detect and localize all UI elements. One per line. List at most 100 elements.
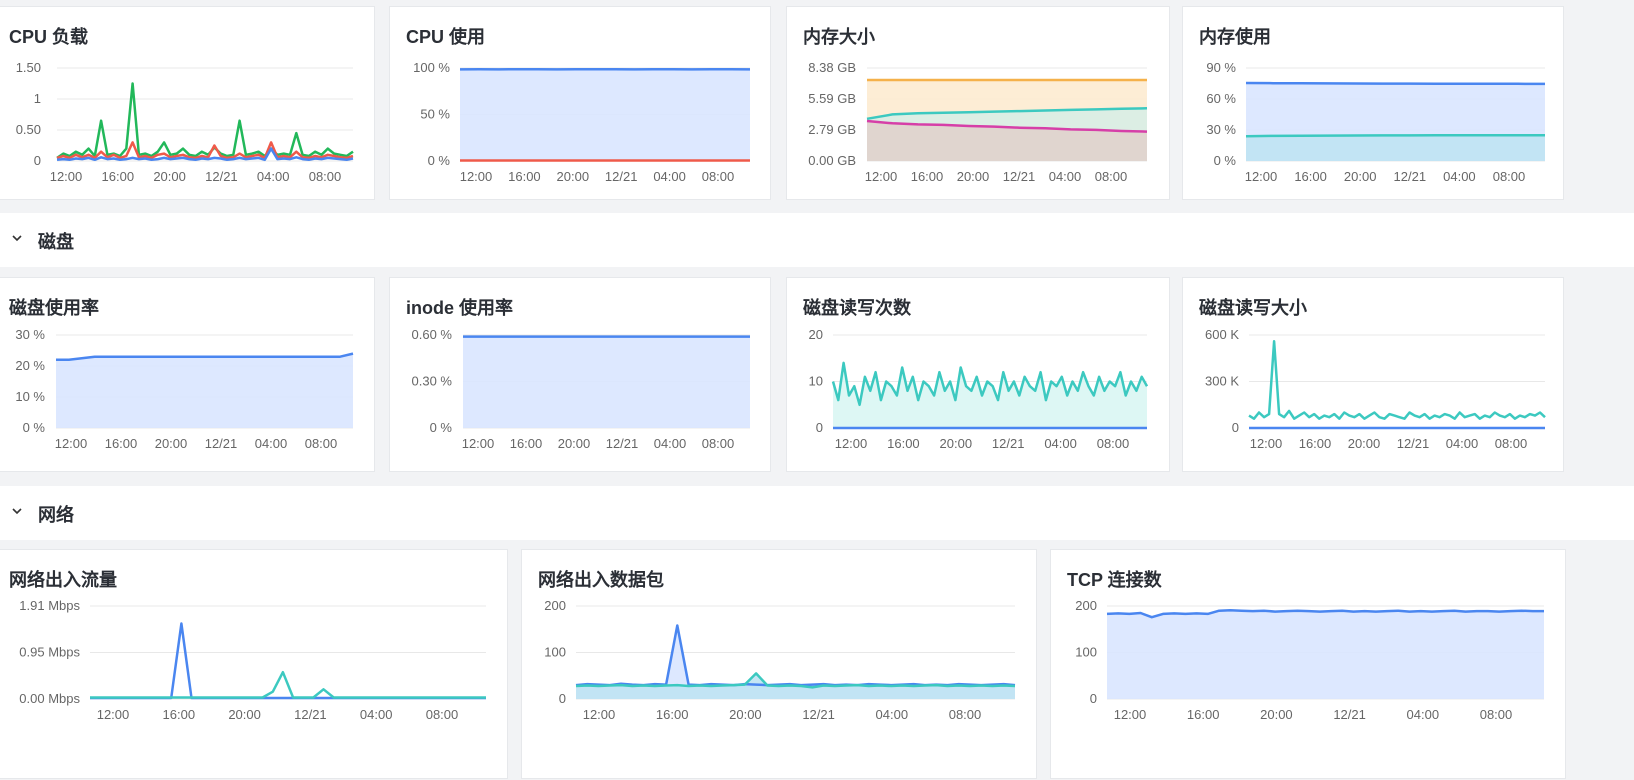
x-tick-label: 04:00 <box>1446 436 1479 451</box>
x-tick-label: 20:00 <box>155 436 188 451</box>
y-tick-label: 100 % <box>413 60 450 75</box>
y-tick-label: 1 <box>34 91 41 106</box>
panel-mem-size: 内存大小 8.38 GB5.59 GB2.79 GB0.00 GB12:0016… <box>786 6 1170 200</box>
x-tick-label: 20:00 <box>940 436 973 451</box>
x-tick-label: 12/21 <box>605 169 638 184</box>
y-tick-label: 50 % <box>420 107 450 122</box>
x-tick-label: 20:00 <box>153 169 186 184</box>
series-area <box>56 354 353 428</box>
x-tick-label: 12/21 <box>606 436 639 451</box>
x-tick-label: 16:00 <box>1294 169 1327 184</box>
panel-inode-usage: inode 使用率 0.60 %0.30 %0 %12:0016:0020:00… <box>389 277 771 472</box>
y-tick-label: 0.60 % <box>412 327 453 342</box>
x-tick-label: 12:00 <box>1250 436 1283 451</box>
x-tick-label: 04:00 <box>654 436 687 451</box>
x-tick-label: 12:00 <box>1245 169 1278 184</box>
series-area <box>1107 610 1544 699</box>
x-tick-label: 08:00 <box>426 707 459 722</box>
x-tick-label: 08:00 <box>1480 707 1513 722</box>
y-tick-label: 0 <box>559 691 566 706</box>
x-tick-label: 16:00 <box>1299 436 1332 451</box>
inode-usage-chart[interactable]: 0.60 %0.30 %0 %12:0016:0020:0012/2104:00… <box>390 278 772 473</box>
x-tick-label: 12:00 <box>865 169 898 184</box>
y-tick-label: 0.30 % <box>412 374 453 389</box>
y-tick-label: 0 % <box>23 420 46 435</box>
panel-cpu-usage: CPU 使用 100 %50 %0 %12:0016:0020:0012/210… <box>389 6 771 200</box>
y-tick-label: 200 <box>544 598 566 613</box>
x-tick-label: 08:00 <box>305 436 338 451</box>
mem-usage-chart[interactable]: 90 %60 %30 %0 %12:0016:0020:0012/2104:00… <box>1183 7 1565 201</box>
disk-io-count-chart[interactable]: 2010012:0016:0020:0012/2104:0008:00 <box>787 278 1171 473</box>
series-line <box>1246 135 1545 136</box>
x-tick-label: 20:00 <box>1348 436 1381 451</box>
chevron-down-icon[interactable] <box>10 231 24 245</box>
x-tick-label: 20:00 <box>1260 707 1293 722</box>
series-area <box>460 69 750 161</box>
cpu-usage-chart[interactable]: 100 %50 %0 %12:0016:0020:0012/2104:0008:… <box>390 7 772 201</box>
chevron-down-icon[interactable] <box>10 504 24 518</box>
y-tick-label: 100 <box>1075 645 1097 660</box>
x-tick-label: 04:00 <box>257 169 290 184</box>
y-tick-label: 0 <box>34 153 41 168</box>
net-traffic-chart[interactable]: 1.91 Mbps0.95 Mbps0.00 Mbps12:0016:0020:… <box>0 550 509 780</box>
x-tick-label: 04:00 <box>876 707 909 722</box>
y-tick-label: 10 % <box>15 389 45 404</box>
y-tick-label: 0.95 Mbps <box>19 645 80 660</box>
y-tick-label: 0 <box>816 420 823 435</box>
y-tick-label: 200 <box>1075 598 1097 613</box>
y-tick-label: 0.00 GB <box>808 153 856 168</box>
x-tick-label: 16:00 <box>656 707 689 722</box>
series-line <box>576 626 1015 686</box>
y-tick-label: 0 <box>1232 420 1239 435</box>
y-tick-label: 1.91 Mbps <box>19 598 80 613</box>
disk-usage-chart[interactable]: 30 %20 %10 %0 %12:0016:0020:0012/2104:00… <box>0 278 376 473</box>
y-tick-label: 5.59 GB <box>808 91 856 106</box>
y-tick-label: 0 % <box>430 420 453 435</box>
section-header-disk[interactable]: 磁盘 <box>0 213 1634 267</box>
x-tick-label: 04:00 <box>653 169 686 184</box>
x-tick-label: 08:00 <box>949 707 982 722</box>
x-tick-label: 04:00 <box>1044 436 1077 451</box>
x-tick-label: 12/21 <box>205 436 238 451</box>
y-tick-label: 30 % <box>15 327 45 342</box>
section-title: 网络 <box>38 501 74 527</box>
mem-size-chart[interactable]: 8.38 GB5.59 GB2.79 GB0.00 GB12:0016:0020… <box>787 7 1171 201</box>
series-line <box>57 84 353 158</box>
x-tick-label: 12:00 <box>835 436 868 451</box>
x-tick-label: 04:00 <box>1407 707 1440 722</box>
x-tick-label: 12:00 <box>583 707 616 722</box>
tcp-conn-chart[interactable]: 200100012:0016:0020:0012/2104:0008:00 <box>1051 550 1567 780</box>
x-tick-label: 16:00 <box>887 436 920 451</box>
y-tick-label: 0 <box>1090 691 1097 706</box>
cpu-load-chart[interactable]: 1.5010.50012:0016:0020:0012/2104:0008:00 <box>0 7 376 201</box>
x-tick-label: 20:00 <box>557 169 590 184</box>
panel-net-traffic: 网络出入流量 1.91 Mbps0.95 Mbps0.00 Mbps12:001… <box>0 549 508 779</box>
x-tick-label: 08:00 <box>1097 436 1130 451</box>
x-tick-label: 16:00 <box>508 169 541 184</box>
x-tick-label: 16:00 <box>911 169 944 184</box>
y-tick-label: 600 K <box>1205 327 1239 342</box>
panel-disk-usage: 磁盘使用率 30 %20 %10 %0 %12:0016:0020:0012/2… <box>0 277 375 472</box>
y-tick-label: 0.00 Mbps <box>19 691 80 706</box>
x-tick-label: 16:00 <box>510 436 543 451</box>
series-area <box>1246 135 1545 161</box>
x-tick-label: 12/21 <box>1333 707 1366 722</box>
x-tick-label: 08:00 <box>1095 169 1128 184</box>
y-tick-label: 100 <box>544 645 566 660</box>
y-tick-label: 60 % <box>1206 91 1236 106</box>
section-header-network[interactable]: 网络 <box>0 486 1634 540</box>
net-packets-chart[interactable]: 200100012:0016:0020:0012/2104:0008:00 <box>522 550 1038 780</box>
x-tick-label: 12:00 <box>462 436 495 451</box>
x-tick-label: 04:00 <box>1049 169 1082 184</box>
y-tick-label: 8.38 GB <box>808 60 856 75</box>
panel-cpu-load: CPU 负载 1.5010.50012:0016:0020:0012/2104:… <box>0 6 375 200</box>
x-tick-label: 08:00 <box>309 169 342 184</box>
y-tick-label: 0.50 <box>16 122 41 137</box>
x-tick-label: 12:00 <box>55 436 88 451</box>
x-tick-label: 12:00 <box>50 169 83 184</box>
panel-net-packets: 网络出入数据包 200100012:0016:0020:0012/2104:00… <box>521 549 1037 779</box>
y-tick-label: 10 <box>809 374 823 389</box>
series-line <box>576 673 1015 687</box>
disk-io-size-chart[interactable]: 600 K300 K012:0016:0020:0012/2104:0008:0… <box>1183 278 1565 473</box>
y-tick-label: 300 K <box>1205 374 1239 389</box>
